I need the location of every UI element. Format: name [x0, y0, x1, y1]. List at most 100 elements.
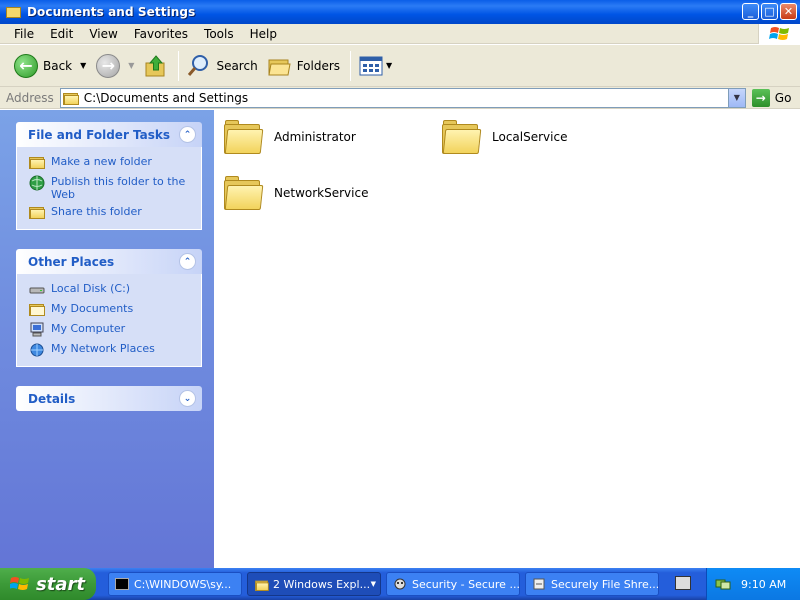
toolbar-separator	[178, 50, 180, 81]
place-label: My Documents	[51, 302, 134, 315]
search-icon	[188, 54, 209, 76]
new-folder-icon	[29, 155, 46, 171]
go-label: Go	[774, 90, 792, 105]
task-make-new-folder[interactable]: Make a new folder	[29, 155, 201, 171]
menu-view[interactable]: View	[81, 27, 125, 41]
views-icon	[359, 56, 383, 75]
place-label: My Computer	[51, 322, 126, 335]
folder-icon	[224, 176, 264, 210]
network-icon	[29, 342, 46, 358]
task-publish-folder[interactable]: Publish this folder to the Web	[29, 175, 201, 201]
panel-title: Details	[28, 391, 76, 406]
task-label: Make a new folder	[51, 155, 152, 168]
menu-edit[interactable]: Edit	[42, 27, 81, 41]
back-button[interactable]: ← Back ▼	[10, 49, 90, 83]
folders-icon	[268, 59, 291, 75]
task-label: Share this folder	[51, 205, 142, 218]
views-dropdown-icon[interactable]: ▼	[386, 61, 392, 70]
security-app-icon	[393, 578, 407, 590]
details-panel: Details ⌄	[16, 386, 202, 411]
folder-item-localservice[interactable]: LocalService	[442, 120, 567, 154]
folders-label: Folders	[296, 58, 341, 73]
folder-name: NetworkService	[274, 186, 369, 200]
keyboard-icon[interactable]	[675, 576, 691, 590]
other-places-panel: Other Places ⌃ Local Disk (C:) My Docume…	[16, 249, 202, 367]
address-bar: Address C:\Documents and Settings ▼ → Go	[0, 87, 800, 109]
shredder-app-icon	[532, 578, 546, 590]
search-button[interactable]: Search	[183, 49, 261, 83]
go-button[interactable]: → Go	[751, 88, 792, 107]
folder-name: LocalService	[492, 130, 568, 144]
panel-title: Other Places	[28, 254, 115, 269]
group-dropdown-icon: ▼	[370, 580, 376, 588]
address-input[interactable]: C:\Documents and Settings ▼	[59, 87, 746, 108]
command-prompt-icon	[115, 578, 129, 590]
folder-icon	[62, 91, 79, 105]
views-button[interactable]: ▼	[355, 49, 396, 83]
panel-header[interactable]: Other Places ⌃	[16, 249, 202, 274]
place-my-network-places[interactable]: My Network Places	[29, 342, 201, 358]
task-label: Security - Secure ...	[412, 577, 520, 591]
file-folder-tasks-panel: File and Folder Tasks ⌃ Make a new folde…	[16, 122, 202, 230]
start-button[interactable]: start	[0, 568, 96, 600]
place-local-disk[interactable]: Local Disk (C:)	[29, 282, 201, 298]
my-documents-icon	[29, 302, 46, 318]
taskbar-item-cmd[interactable]: C:\WINDOWS\sy...	[108, 572, 242, 596]
back-dropdown-icon[interactable]: ▼	[80, 61, 86, 70]
panel-header[interactable]: Details ⌄	[16, 386, 202, 411]
collapse-chevron-icon[interactable]: ⌃	[179, 253, 196, 270]
forward-arrow-icon: →	[96, 53, 121, 78]
collapse-chevron-icon[interactable]: ⌃	[179, 126, 196, 143]
place-label: Local Disk (C:)	[51, 282, 131, 295]
title-bar: Documents and Settings _ □ ✕	[0, 0, 800, 24]
place-label: My Network Places	[51, 342, 155, 355]
folder-item-networkservice[interactable]: NetworkService	[224, 176, 368, 210]
menu-help[interactable]: Help	[242, 27, 285, 41]
close-button[interactable]: ✕	[780, 3, 797, 20]
hard-drive-icon	[29, 282, 46, 298]
go-arrow-icon: →	[751, 88, 770, 107]
folder-icon	[254, 578, 269, 591]
network-tray-icon[interactable]	[715, 577, 731, 591]
menu-bar: File Edit View Favorites Tools Help	[0, 24, 800, 44]
clock[interactable]: 9:10 AM	[741, 578, 786, 591]
address-dropdown-icon[interactable]: ▼	[727, 88, 745, 107]
menu-file[interactable]: File	[6, 27, 42, 41]
taskbar-item-security[interactable]: Security - Secure ...	[386, 572, 520, 596]
expand-chevron-icon[interactable]: ⌄	[179, 390, 196, 407]
folder-icon	[224, 120, 264, 154]
up-folder-button[interactable]	[140, 49, 172, 83]
menu-favorites[interactable]: Favorites	[126, 27, 196, 41]
task-label: Publish this folder to the Web	[51, 175, 186, 201]
taskbar-item-windows-explorer[interactable]: 2 Windows Expl... ▼	[247, 572, 381, 596]
toolbar-separator	[350, 50, 352, 81]
task-pane: File and Folder Tasks ⌃ Make a new folde…	[0, 110, 214, 568]
forward-button[interactable]: → ▼	[92, 49, 138, 83]
taskbar: start C:\WINDOWS\sy... 2 Windows Expl...…	[0, 568, 800, 600]
toolbar: ← Back ▼ → ▼ Search Folders ▼	[0, 45, 800, 87]
task-share-folder[interactable]: Share this folder	[29, 205, 201, 221]
place-my-documents[interactable]: My Documents	[29, 302, 201, 318]
menu-tools[interactable]: Tools	[196, 27, 242, 41]
task-label: 2 Windows Expl...	[273, 577, 371, 591]
folder-name: Administrator	[274, 130, 356, 144]
folders-button[interactable]: Folders	[264, 49, 344, 83]
folder-icon	[442, 120, 482, 154]
windows-logo-icon	[758, 24, 800, 44]
panel-title: File and Folder Tasks	[28, 127, 171, 142]
taskbar-item-shredder[interactable]: Securely File Shre...	[525, 572, 659, 596]
maximize-button[interactable]: □	[761, 3, 778, 20]
folder-item-administrator[interactable]: Administrator	[224, 120, 356, 154]
computer-icon	[29, 322, 46, 338]
system-tray: 9:10 AM	[706, 568, 800, 600]
share-folder-icon	[29, 205, 46, 221]
panel-header[interactable]: File and Folder Tasks ⌃	[16, 122, 202, 147]
back-arrow-icon: ←	[14, 53, 38, 78]
start-label: start	[36, 573, 85, 595]
task-label: C:\WINDOWS\sy...	[134, 577, 232, 591]
forward-dropdown-icon[interactable]: ▼	[128, 61, 134, 70]
minimize-button[interactable]: _	[742, 3, 759, 20]
up-folder-icon	[145, 54, 165, 76]
folder-view: Administrator LocalService NetworkServic…	[214, 110, 800, 568]
place-my-computer[interactable]: My Computer	[29, 322, 201, 338]
